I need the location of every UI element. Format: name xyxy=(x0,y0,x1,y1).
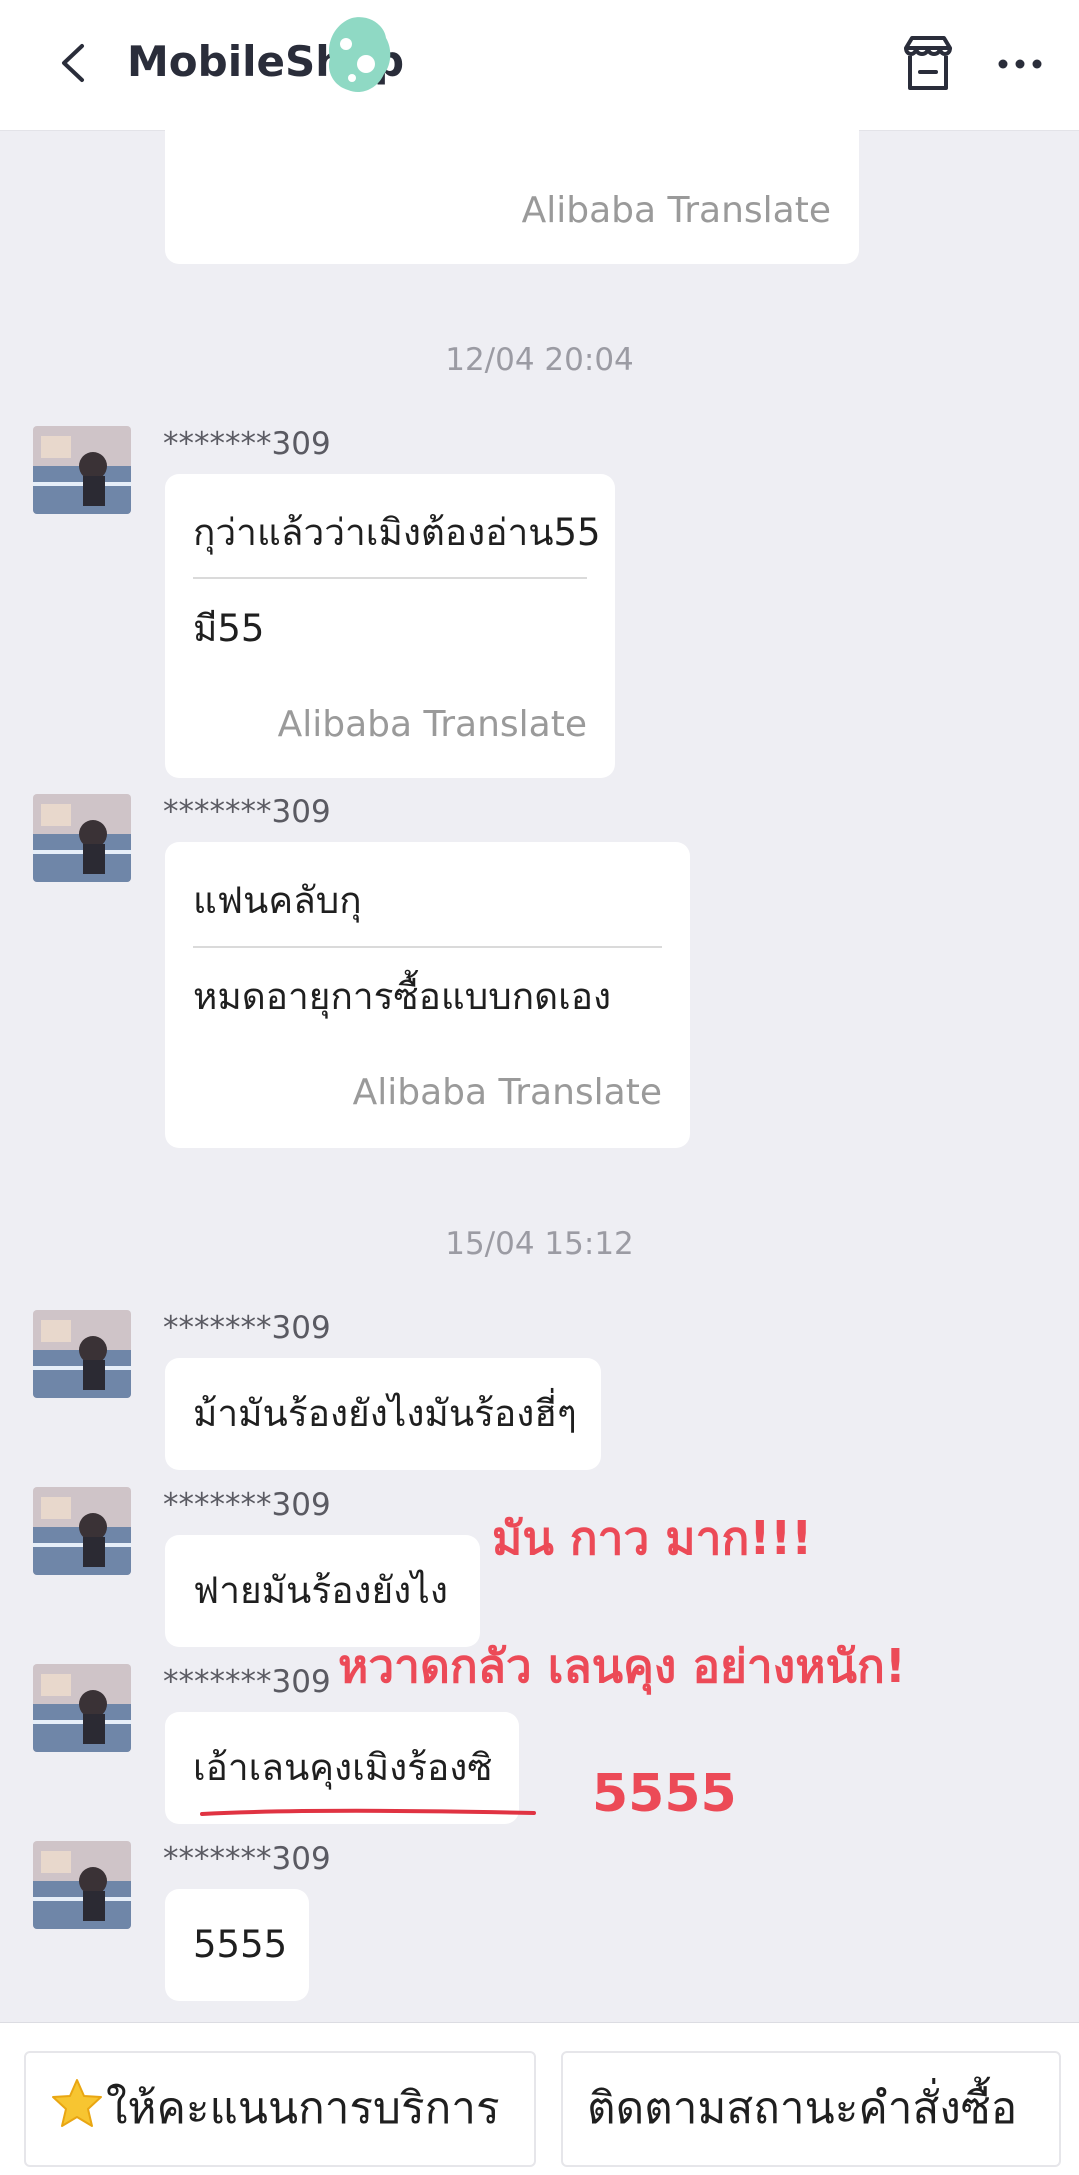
sender-name: *******309 xyxy=(163,426,331,462)
translation-divider xyxy=(193,577,587,579)
translate-label: Alibaba Translate xyxy=(352,1072,662,1113)
sender-name: *******309 xyxy=(163,794,331,830)
message-translation-text: มี55 xyxy=(193,607,265,650)
rate-service-label: ให้คะแนนการบริการ xyxy=(106,2083,500,2134)
timestamp: 12/04 20:04 xyxy=(445,342,634,378)
message-bubble[interactable]: แฟนคลับกุ หมดอายุการซื้อแบบกดเอง Alibaba… xyxy=(165,842,690,1148)
avatar[interactable] xyxy=(33,1664,131,1752)
message-bubble[interactable]: กุว่าแล้วว่าเมิงต้องอ่าน55 มี55 Alibaba … xyxy=(165,474,615,778)
message-text: เอ้าเลนคุงเมิงร้องซิ xyxy=(193,1746,493,1789)
message-original-text: กุว่าแล้วว่าเมิงต้องอ่าน55 xyxy=(193,511,601,554)
track-order-button[interactable]: ติดตามสถานะคำสั่งซื้อ xyxy=(561,2051,1061,2167)
avatar[interactable] xyxy=(33,1841,131,1929)
annotation-underline xyxy=(200,1808,536,1816)
message-bubble[interactable]: ม้ามันร้องยังไงมันร้องฮี่ๆ xyxy=(165,1358,601,1470)
avatar[interactable] xyxy=(33,426,131,514)
avatar[interactable] xyxy=(33,1310,131,1398)
sender-name: *******309 xyxy=(163,1841,331,1877)
translate-label: Alibaba Translate xyxy=(521,190,831,231)
message-translation-text: หมดอายุการซื้อแบบกดเอง xyxy=(193,975,612,1018)
message-original-text: แฟนคลับกุ xyxy=(193,879,362,922)
annotation-text: หวาดกลัว เลนคุง อย่างหนัก! xyxy=(338,1639,906,1693)
more-horizontal-icon[interactable] xyxy=(995,44,1045,84)
message-text: 5555 xyxy=(193,1923,288,1966)
track-order-label: ติดตามสถานะคำสั่งซื้อ xyxy=(587,2083,1018,2134)
sender-name: *******309 xyxy=(163,1664,331,1700)
message-bubble[interactable]: ฟายมันร้องยังไง xyxy=(165,1535,480,1647)
avatar[interactable] xyxy=(33,794,131,882)
rate-service-button[interactable]: ให้คะแนนการบริการ xyxy=(24,2051,536,2167)
annotation-text: มัน กาว มาก!!! xyxy=(492,1511,813,1565)
timestamp: 15/04 15:12 xyxy=(445,1226,634,1262)
message-bubble[interactable]: Alibaba Translate xyxy=(165,100,859,264)
annotation-text: 5555 xyxy=(592,1764,737,1824)
bottom-action-bar: ให้คะแนนการบริการ ติดตามสถานะคำสั่งซื้อ xyxy=(0,2022,1079,2175)
message-text: ฟายมันร้องยังไง xyxy=(193,1569,448,1612)
store-icon[interactable] xyxy=(898,34,958,94)
avatar[interactable] xyxy=(33,1487,131,1575)
sticker-blob-icon xyxy=(328,17,391,93)
message-bubble[interactable]: 5555 xyxy=(165,1889,309,2001)
sender-name: *******309 xyxy=(163,1487,331,1523)
chevron-left-icon[interactable] xyxy=(50,38,100,88)
translation-divider xyxy=(193,946,662,948)
star-icon xyxy=(52,2079,102,2127)
translate-label: Alibaba Translate xyxy=(277,704,587,745)
message-text: ม้ามันร้องยังไงมันร้องฮี่ๆ xyxy=(193,1392,577,1435)
sender-name: *******309 xyxy=(163,1310,331,1346)
